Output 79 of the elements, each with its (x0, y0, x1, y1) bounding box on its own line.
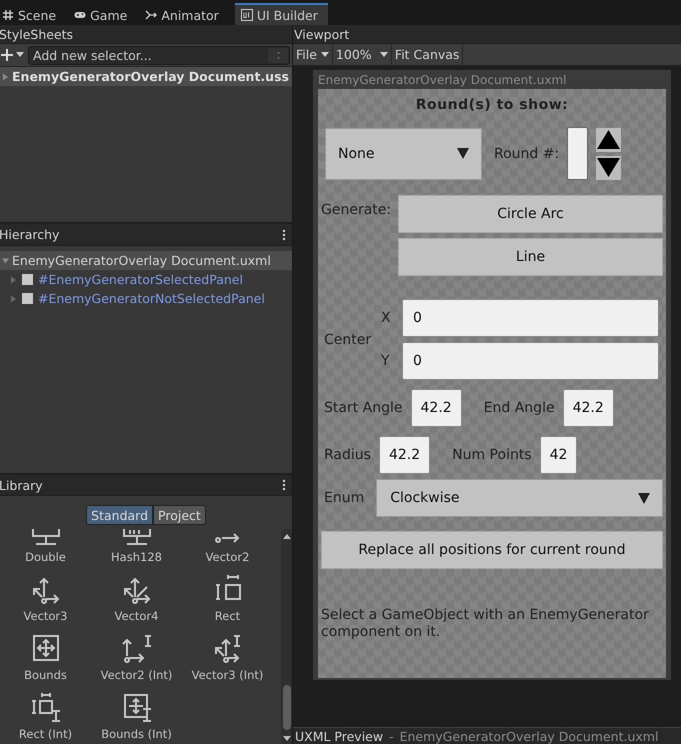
replace-button[interactable]: Replace all positions for current round (321, 531, 663, 569)
scrollbar[interactable] (281, 529, 292, 744)
preview-document: EnemyGeneratorOverlay Document.uxml (400, 728, 658, 744)
decrement-button[interactable] (596, 156, 622, 180)
generate-label: Generate: (321, 201, 392, 220)
enum-dropdown[interactable]: Clockwise (376, 479, 663, 517)
library-tab[interactable]: Project (153, 505, 206, 525)
round-dropdown[interactable]: None (325, 128, 482, 180)
field-label: Start Angle (324, 400, 402, 416)
number-field[interactable]: 42 (540, 436, 578, 474)
round-field[interactable] (567, 127, 588, 180)
library-item[interactable]: Vector4 (91, 568, 182, 627)
library-item[interactable]: Bounds (0, 627, 91, 686)
field-label: End Angle (484, 400, 555, 416)
more-options-icon (276, 50, 280, 60)
enum-label: Enum (324, 490, 364, 506)
scroll-down-icon (282, 736, 290, 742)
library-item[interactable]: Vector3 (0, 568, 91, 627)
library-item[interactable]: Hash128 (91, 529, 182, 568)
status-message: Select a GameObject with an EnemyGenerator component on it. (321, 607, 650, 641)
axis-label: Y (381, 353, 391, 369)
editor-tab[interactable]: Game (72, 3, 138, 25)
hierarchy-item[interactable]: #EnemyGeneratorSelectedPanel (0, 270, 292, 289)
library-item[interactable]: Rect (182, 568, 273, 627)
hierarchy-item[interactable]: #EnemyGeneratorNotSelectedPanel (0, 289, 292, 308)
add-button[interactable] (0, 46, 26, 64)
dropdown-arrow-icon (638, 492, 650, 504)
down-triangle-icon (597, 158, 620, 177)
field-label: Num Points (452, 447, 532, 463)
panel-title: Viewport (294, 26, 350, 42)
branch-icon (145, 9, 158, 21)
form-heading: Round(s) to show: (414, 97, 570, 113)
ui-builder-icon (240, 9, 253, 21)
caret-icon (380, 52, 388, 58)
hierarchy-item[interactable]: EnemyGeneratorOverlay Document.uxml (0, 251, 292, 270)
editor-tab[interactable]: UI Builder (234, 3, 328, 25)
increment-button[interactable] (596, 128, 622, 152)
library-item[interactable]: Rect (Int) (0, 686, 91, 744)
number-field[interactable]: 42.2 (378, 436, 430, 474)
caret-icon (320, 52, 329, 58)
panel-title: StyleSheets (0, 26, 74, 42)
panel-title: Library (0, 478, 43, 492)
scroll-up-icon[interactable] (282, 533, 290, 539)
library-item[interactable]: Vector2 (Int) (91, 627, 182, 686)
selector-field[interactable]: Add new selector... (28, 46, 290, 64)
generate-button[interactable]: Circle Arc (398, 195, 663, 233)
dropdown-caret-icon (16, 52, 24, 58)
editor-tab[interactable]: Animator (143, 3, 229, 25)
more-options-icon[interactable] (282, 479, 286, 491)
stylesheet-item[interactable]: EnemyGeneratorOverlay Document.uss (0, 67, 292, 86)
library-item[interactable]: Vector2 (182, 529, 273, 568)
generate-button[interactable]: Line (398, 238, 663, 276)
vector2int-icon (120, 632, 152, 664)
library-item[interactable]: Vector3 (Int) (182, 627, 273, 686)
document-title: EnemyGeneratorOverlay Document.uxml (318, 72, 566, 86)
coordinate-field[interactable]: 0 (402, 299, 659, 337)
editor-tab[interactable]: Scene (0, 3, 66, 25)
dropdown-arrow-icon (457, 148, 469, 159)
coordinate-field[interactable]: 0 (402, 342, 659, 380)
element-icon (22, 274, 33, 285)
library-tab[interactable]: Standard (86, 505, 154, 525)
number-field[interactable]: 42.2 (562, 389, 614, 427)
preview-title: UXML Preview (295, 728, 384, 744)
field-label: Radius (324, 447, 371, 463)
scroll-thumb[interactable] (282, 685, 290, 730)
library-item[interactable]: Bounds (Int) (91, 686, 182, 744)
panel-title: Hierarchy (0, 227, 60, 242)
library-item[interactable]: Double (0, 529, 91, 568)
axis-label: X (381, 310, 392, 326)
more-options-icon[interactable] (282, 228, 286, 240)
number-field[interactable]: 42.2 (410, 389, 462, 427)
round-label: Round #: (494, 146, 560, 162)
plus-icon (0, 48, 14, 62)
center-label: Center (323, 332, 372, 348)
gamepad-icon (74, 9, 86, 21)
element-icon (22, 293, 33, 304)
up-triangle-icon (597, 130, 620, 149)
separator-text: - (389, 728, 394, 744)
grid-icon (2, 9, 14, 21)
